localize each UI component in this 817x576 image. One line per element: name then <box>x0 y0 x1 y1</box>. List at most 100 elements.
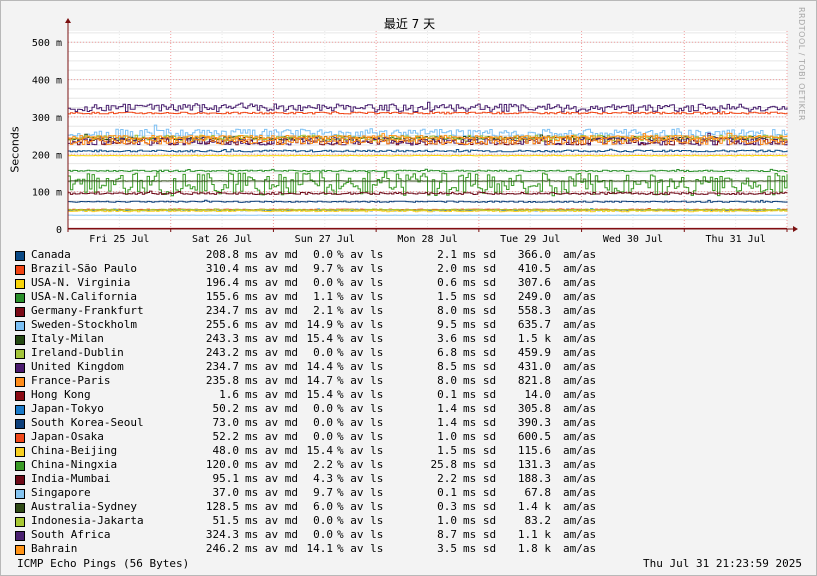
legend-avg-value: 243.3 <box>205 332 239 345</box>
legend-am-value: 1.8 k <box>517 542 551 555</box>
legend-swatch <box>15 433 25 443</box>
x-tick-label: Sat 26 Jul <box>192 234 252 245</box>
legend-loss-value: 14.7 <box>306 374 334 387</box>
legend-am-unit: am/as <box>563 318 597 331</box>
legend-am-value: 14.0 <box>524 388 552 401</box>
legend-sd-value: 0.1 <box>437 388 457 401</box>
legend-swatch <box>15 307 25 317</box>
legend-avg-value: 128.5 <box>205 500 239 513</box>
legend-series-name: South Africa <box>31 528 111 541</box>
legend-loss-value: 0.0 <box>313 276 333 289</box>
x-tick-label: Tue 29 Jul <box>500 234 560 245</box>
legend-loss-value: 9.7 <box>313 486 333 499</box>
legend-am-value: 115.6 <box>517 444 551 457</box>
legend-loss-value: 0.0 <box>313 346 333 359</box>
legend-avg-value: 50.2 <box>212 402 240 415</box>
legend-am-unit: am/as <box>563 304 597 317</box>
legend-am-value: 67.8 <box>524 486 552 499</box>
legend-am-unit: am/as <box>563 248 597 261</box>
legend-avg-value: 73.0 <box>212 416 240 429</box>
legend-swatch <box>15 293 25 303</box>
legend-loss-value: 1.1 <box>313 290 333 303</box>
legend-am-value: 821.8 <box>517 374 551 387</box>
legend-avg-value: 48.0 <box>212 444 240 457</box>
legend-sd-value: 2.0 <box>437 262 457 275</box>
legend-loss-unit: % av ls <box>337 542 384 555</box>
y-tick-label: 300 m <box>32 113 62 124</box>
legend-loss-unit: % av ls <box>337 276 384 289</box>
x-tick-label: Fri 25 Jul <box>89 234 149 245</box>
legend-avg-value: 246.2 <box>205 542 239 555</box>
legend-avg-value: 208.8 <box>205 248 239 261</box>
legend-loss-unit: % av ls <box>337 486 384 499</box>
legend-am-unit: am/as <box>563 514 597 527</box>
legend-series-name: Ireland-Dublin <box>31 346 124 359</box>
y-axis-arrow <box>65 18 71 23</box>
legend-swatch <box>15 377 25 387</box>
legend-loss-unit: % av ls <box>337 248 384 261</box>
legend-am-unit: am/as <box>563 542 597 555</box>
legend-loss-unit: % av ls <box>337 332 384 345</box>
legend-avg-value: 37.0 <box>212 486 240 499</box>
x-tick-label: Mon 28 Jul <box>397 234 457 245</box>
legend-avg-value: 95.1 <box>212 472 240 485</box>
legend-swatch <box>15 475 25 485</box>
legend-sd-value: 8.7 <box>437 528 457 541</box>
legend-sd-value: 8.5 <box>437 360 457 373</box>
legend-am-value: 305.8 <box>517 402 551 415</box>
legend-loss-unit: % av ls <box>337 262 384 275</box>
legend-loss-unit: % av ls <box>337 458 384 471</box>
legend-am-unit: am/as <box>563 416 597 429</box>
legend-sd-value: 9.5 <box>437 318 457 331</box>
legend-am-value: 1.5 k <box>517 332 551 345</box>
legend-swatch <box>15 489 25 499</box>
legend-series-name: USA-N.California <box>31 290 137 303</box>
legend-swatch <box>15 545 25 555</box>
legend-series-name: Indonesia-Jakarta <box>31 514 144 527</box>
legend-sd-value: 0.3 <box>437 500 457 513</box>
legend-sd-value: 2.2 <box>437 472 457 485</box>
legend-loss-value: 9.7 <box>313 262 333 275</box>
series-line <box>67 154 788 157</box>
legend-loss-unit: % av ls <box>337 388 384 401</box>
legend-am-value: 188.3 <box>517 472 551 485</box>
legend-loss-value: 15.4 <box>306 332 334 345</box>
legend-am-value: 249.0 <box>517 290 551 303</box>
legend-loss-unit: % av ls <box>337 500 384 513</box>
legend-series-name: Germany-Frankfurt <box>31 304 144 317</box>
legend-sd-value: 1.4 <box>437 416 457 429</box>
legend-avg-value: 243.2 <box>205 346 239 359</box>
legend-loss-unit: % av ls <box>337 346 384 359</box>
legend-series-name: India-Mumbai <box>31 472 111 485</box>
legend-swatch <box>15 391 25 401</box>
legend-loss-unit: % av ls <box>337 402 384 415</box>
legend-am-value: 410.5 <box>517 262 551 275</box>
legend-series-name: Sweden-Stockholm <box>31 318 137 331</box>
legend-loss-unit: % av ls <box>337 304 384 317</box>
legend-am-value: 635.7 <box>517 318 551 331</box>
legend-swatch <box>15 349 25 359</box>
legend-sd-value: 8.0 <box>437 304 457 317</box>
legend-am-value: 366.0 <box>517 248 551 261</box>
legend-am-unit: am/as <box>563 444 597 457</box>
legend-am-unit: am/as <box>563 290 597 303</box>
legend-sd-value: 2.1 <box>437 248 457 261</box>
legend-swatch <box>15 447 25 457</box>
legend-swatch <box>15 335 25 345</box>
legend-sd-value: 3.6 <box>437 332 457 345</box>
y-tick-label: 500 m <box>32 38 62 49</box>
legend-sd-value: 1.0 <box>437 430 457 443</box>
legend-sd-value: 8.0 <box>437 374 457 387</box>
legend-series-name: China-Ningxia <box>31 458 118 471</box>
legend-am-unit: am/as <box>563 332 597 345</box>
legend-series-name: Hong Kong <box>31 388 91 401</box>
legend-am-unit: am/as <box>563 360 597 373</box>
legend-am-value: 307.6 <box>517 276 551 289</box>
legend-am-unit: am/as <box>563 500 597 513</box>
legend-am-value: 600.5 <box>517 430 551 443</box>
legend-avg-value: 1.6 <box>219 388 239 401</box>
legend-am-unit: am/as <box>563 486 597 499</box>
legend-series-name: United Kingdom <box>31 360 124 373</box>
legend-am-unit: am/as <box>563 262 597 275</box>
legend-swatch <box>15 265 25 275</box>
